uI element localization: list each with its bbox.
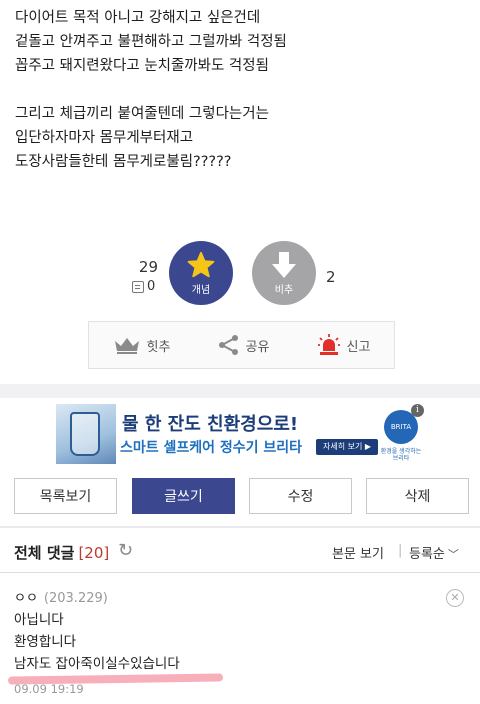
view-body-link[interactable]: 본문 보기 xyxy=(332,543,384,562)
memo-icon xyxy=(132,280,144,293)
crown-icon xyxy=(114,338,139,354)
share-label: 공유 xyxy=(245,339,270,355)
post-line: 다이어트 목적 아니고 강해지고 싶은건데 xyxy=(15,10,261,26)
edit-button[interactable]: 수정 xyxy=(249,478,352,514)
upvote-label: 개념 xyxy=(191,284,211,296)
comment-title: 전체 댓글 [20] xyxy=(14,542,109,563)
downvote-button[interactable]: 비추 xyxy=(252,241,316,305)
comment-line: 환영합니다 xyxy=(14,634,77,650)
arrow-down-icon xyxy=(272,251,296,278)
share-icon xyxy=(218,335,238,355)
refresh-icon[interactable]: ↻ xyxy=(118,540,133,561)
list-button[interactable]: 목록보기 xyxy=(14,478,117,514)
write-button[interactable]: 글쓰기 xyxy=(132,478,235,514)
post-action-bar: 힛추 공유 신고 xyxy=(88,321,395,369)
comment-text: 아닙니다 환영합니다 남자도 잡아죽이실수있습니다 xyxy=(14,609,180,675)
section-separator xyxy=(0,526,480,528)
comment-item: ㅇㅇ (203.229) ✕ 아닙니다 환영합니다 남자도 잡아죽이실수있습니다 … xyxy=(0,582,480,704)
close-icon[interactable]: ✕ xyxy=(446,589,464,607)
delete-button[interactable]: 삭제 xyxy=(366,478,469,514)
comment-nickname: ㅇㅇ xyxy=(14,591,38,606)
ad-logo-caption: 환경을 생각하는 브리타 xyxy=(380,448,422,462)
sort-label: 등록순 xyxy=(409,547,445,562)
ad-banner[interactable]: 물 한 잔도 친환경으로! 스마트 셀프케어 정수기 브리타 자세히 보기 ▶ … xyxy=(56,404,424,464)
recommend-button[interactable]: 힛추 xyxy=(113,335,171,355)
star-icon xyxy=(187,251,215,277)
chevron-down-icon: ﹀ xyxy=(447,548,459,561)
section-divider xyxy=(0,384,480,398)
upvote-button[interactable]: 개념 xyxy=(169,241,233,305)
post-line: 그리고 체급끼리 붙여줄텐데 그렇다는거는 xyxy=(15,106,269,122)
post-line: 겉돌고 안껴주고 불편해하고 그럴까봐 걱정됨 xyxy=(15,34,287,50)
post-line: 꼽주고 돼지련왔다고 눈치줄까봐도 걱정됨 xyxy=(15,58,269,74)
post-blank-line xyxy=(15,78,470,102)
post-body: 다이어트 목적 아니고 강해지고 싶은건데 겉돌고 안껴주고 불편해하고 그럴까… xyxy=(15,6,470,174)
ad-product-image xyxy=(56,404,116,464)
memo-count-row: 0 xyxy=(132,279,155,294)
pitcher-icon xyxy=(70,412,100,456)
vote-area: 29 0 개념 비추 2 xyxy=(0,238,480,310)
upvote-count: 29 xyxy=(138,258,158,276)
comment-divider xyxy=(0,572,480,573)
ad-more-button[interactable]: 자세히 보기 ▶ xyxy=(316,439,379,455)
post-button-row: 목록보기 글쓰기 수정 삭제 xyxy=(0,478,480,514)
downvote-count: 2 xyxy=(326,268,336,286)
post-line: 입단하자마자 몸무게부터재고 xyxy=(15,130,194,146)
memo-count: 0 xyxy=(147,279,156,294)
ad-headline: 물 한 잔도 친환경으로! xyxy=(122,414,299,435)
post-line: 도장사람들한테 몸무게로불림????? xyxy=(15,154,232,170)
comment-line: 아닙니다 xyxy=(14,612,64,628)
report-label: 신고 xyxy=(346,339,371,355)
report-button[interactable]: 신고 xyxy=(317,333,371,357)
downvote-label: 비추 xyxy=(274,284,294,296)
share-button[interactable]: 공유 xyxy=(218,334,270,356)
ad-more-label: 자세히 보기 xyxy=(323,442,363,451)
header-divider: | xyxy=(398,543,403,558)
comment-date: 09.09 19:19 xyxy=(14,682,84,696)
comment-line: 남자도 잡아죽이실수있습니다 xyxy=(14,656,180,672)
siren-icon xyxy=(317,334,340,355)
ad-subline: 스마트 셀프케어 정수기 브리타 xyxy=(120,440,303,456)
comment-count: [20] xyxy=(78,544,110,562)
comment-author: ㅇㅇ (203.229) xyxy=(14,587,108,606)
comment-ip: (203.229) xyxy=(43,591,108,606)
sort-dropdown[interactable]: 등록순 ﹀ xyxy=(409,543,459,562)
ad-info-icon[interactable]: i xyxy=(411,404,424,417)
comment-header: 전체 댓글 [20] ↻ 본문 보기 | 등록순 ﹀ xyxy=(0,534,480,568)
comment-title-text: 전체 댓글 xyxy=(14,544,75,562)
recommend-label: 힛추 xyxy=(146,339,171,355)
